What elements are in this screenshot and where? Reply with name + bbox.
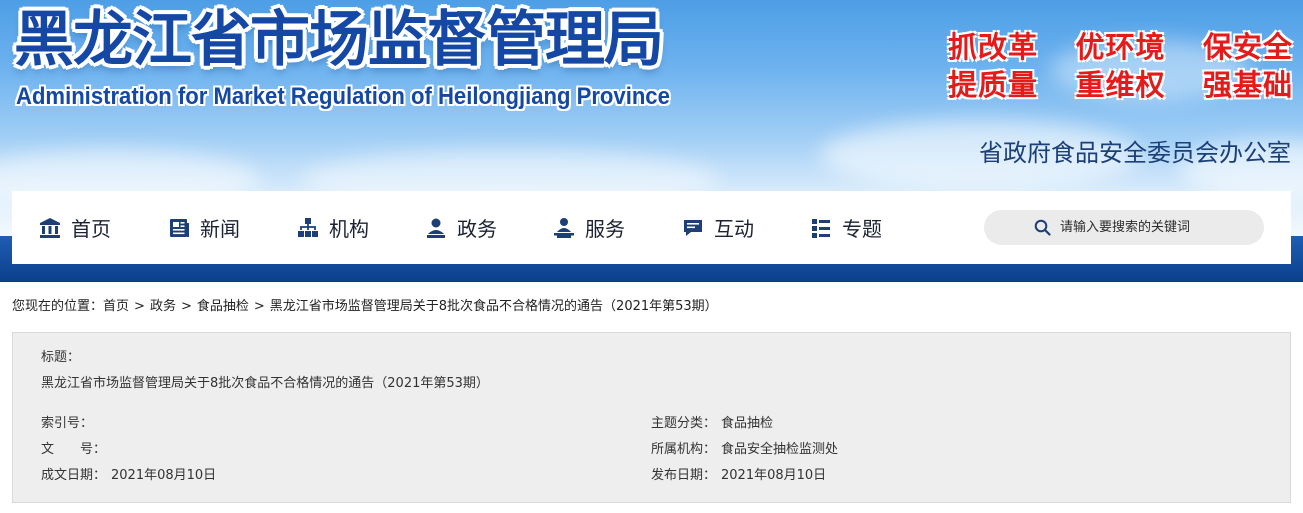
slogan: 保安全 <box>1202 30 1293 64</box>
publish-date-label: 发布日期： <box>651 468 717 483</box>
slogan: 抓改革 <box>948 30 1039 64</box>
nav-item-label: 首页 <box>71 217 111 241</box>
nav-item-org[interactable]: 机构 <box>297 191 369 264</box>
chat-icon <box>684 219 702 236</box>
document-number-label: 文 号： <box>41 442 107 457</box>
nav-item-label: 机构 <box>329 217 369 241</box>
organization-label: 所属机构： <box>651 442 717 457</box>
list-icon <box>812 218 830 238</box>
breadcrumb-link-food-inspection[interactable]: 食品抽检 <box>197 299 249 314</box>
breadcrumb: 您现在的位置：首页 > 政务 > 食品抽检 > 黑龙江省市场监督管理局关于8批次食品不合格情… <box>12 297 718 317</box>
nav-item-service[interactable]: 服务 <box>553 191 625 264</box>
nav-item-label: 互动 <box>714 217 754 241</box>
breadcrumb-link-affairs[interactable]: 政务 <box>150 299 176 314</box>
main-nav: 首页 新闻 机构 政务 服务 互动 专题 请输入要搜索的关键词 <box>12 191 1291 264</box>
site-title: 黑龙江省市场监督管理局 <box>14 5 664 75</box>
site-header: 黑龙江省市场监督管理局 Administration for Market Re… <box>0 0 1303 282</box>
user-desk-icon <box>427 218 445 238</box>
nav-item-label: 服务 <box>585 217 625 241</box>
document-info-box: 标题： 黑龙江省市场监督管理局关于8批次食品不合格情况的通告（2021年第53期… <box>12 332 1291 504</box>
nav-item-home[interactable]: 首页 <box>39 191 111 264</box>
title-label: 标题： <box>41 350 81 365</box>
title-value: 黑龙江省市场监督管理局关于8批次食品不合格情况的通告（2021年第53期） <box>41 376 489 391</box>
slogan: 提质量 <box>948 68 1039 102</box>
content-area-top <box>12 502 1291 513</box>
search-input[interactable] <box>1060 215 1250 239</box>
org-chart-icon <box>298 217 318 237</box>
slogan-row: 提质量 重维权 强基础 <box>948 66 1293 104</box>
topic-value: 食品抽检 <box>721 416 774 431</box>
nav-item-label: 专题 <box>842 217 882 241</box>
publish-date-value: 2021年08月10日 <box>721 468 827 483</box>
site-title-english: Administration for Market Regulation of … <box>16 83 670 110</box>
slogan: 重维权 <box>1075 68 1166 102</box>
search-icon[interactable] <box>1034 219 1051 236</box>
nav-item-label: 新闻 <box>200 217 240 241</box>
newspaper-icon <box>170 218 189 237</box>
breadcrumb-current[interactable]: 黑龙江省市场监督管理局关于8批次食品不合格情况的通告（2021年第53期） <box>270 299 718 314</box>
breadcrumb-separator: > <box>180 299 192 314</box>
breadcrumb-link-home[interactable]: 首页 <box>103 299 129 314</box>
breadcrumb-separator: > <box>134 299 145 314</box>
written-date-value: 2021年08月10日 <box>111 468 217 483</box>
nav-item-interact[interactable]: 互动 <box>682 191 754 264</box>
index-number-label: 索引号： <box>41 416 94 431</box>
nav-item-label: 政务 <box>457 217 497 241</box>
search-box <box>984 210 1264 245</box>
nav-item-topics[interactable]: 专题 <box>810 191 882 264</box>
topic-label: 主题分类： <box>651 416 717 431</box>
nav-item-news[interactable]: 新闻 <box>168 191 240 264</box>
slogans: 抓改革 优环境 保安全 提质量 重维权 强基础 <box>948 28 1293 104</box>
written-date-label: 成文日期： <box>41 468 107 483</box>
slogan-row: 抓改革 优环境 保安全 <box>948 28 1293 66</box>
breadcrumb-prefix: 您现在的位置： <box>12 299 104 314</box>
breadcrumb-separator: > <box>253 299 265 314</box>
slogan: 强基础 <box>1202 68 1293 102</box>
organization-value: 食品安全抽检监测处 <box>721 442 839 457</box>
service-person-icon <box>554 217 574 238</box>
bank-icon <box>40 217 60 238</box>
office-name: 省政府食品安全委员会办公室 <box>979 139 1291 167</box>
nav-item-affairs[interactable]: 政务 <box>425 191 497 264</box>
slogan: 优环境 <box>1075 30 1166 64</box>
